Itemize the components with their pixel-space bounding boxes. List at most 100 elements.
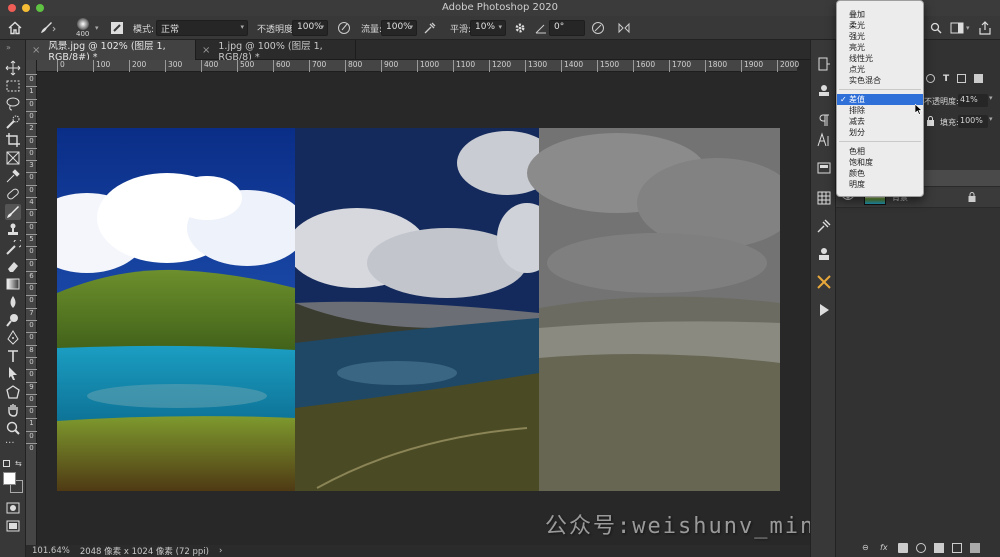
filter-type-icon[interactable]: T — [943, 74, 949, 84]
eraser-tool-icon[interactable] — [5, 258, 21, 274]
adjustment-layer-icon[interactable] — [916, 543, 926, 553]
swap-colors-icon[interactable]: ⇆ — [15, 459, 22, 468]
smoothing-input[interactable]: 10% ▾ — [470, 20, 506, 36]
blend-mode-option[interactable]: 色相 — [837, 146, 923, 157]
history-brush-tool-icon[interactable] — [5, 238, 23, 256]
blur-tool-icon[interactable] — [5, 294, 21, 310]
layer-opacity-input[interactable]: 41% — [958, 94, 988, 107]
lock-icon[interactable] — [926, 116, 935, 129]
character-panel-icon[interactable] — [816, 132, 832, 148]
workspace-chevron-icon[interactable]: ▾ — [966, 16, 970, 40]
frame-tool-icon[interactable] — [5, 150, 21, 166]
move-tool-icon[interactable] — [5, 60, 21, 76]
home-icon[interactable] — [8, 16, 22, 40]
path-selection-tool-icon[interactable] — [5, 366, 21, 382]
adjustments-panel-icon[interactable] — [816, 82, 832, 98]
ruler-tick-label: 0 — [26, 320, 37, 329]
blend-mode-option[interactable]: 点光 — [837, 64, 923, 75]
blend-mode-option[interactable]: ✓ 差值 — [837, 94, 923, 105]
collapse-toolbar-icon[interactable]: » — [6, 43, 11, 52]
gear-icon[interactable] — [513, 16, 527, 40]
filter-smart-object-icon[interactable] — [974, 74, 984, 83]
zoom-level[interactable]: 101.64% — [32, 546, 70, 556]
blend-mode-select[interactable]: 正常 ▾ — [156, 20, 248, 36]
blend-mode-option[interactable]: 柔光 — [837, 20, 923, 31]
quick-mask-icon[interactable] — [5, 500, 21, 516]
foreground-color-swatch[interactable] — [3, 472, 16, 485]
flow-input[interactable]: 100% ▾ — [381, 20, 417, 36]
tool-presets-panel-icon[interactable] — [816, 274, 832, 290]
dodge-tool-icon[interactable] — [5, 312, 21, 328]
quick-selection-tool-icon[interactable] — [5, 114, 21, 130]
pressure-opacity-icon[interactable] — [337, 16, 351, 40]
ruler-tick-label: 0 — [26, 246, 37, 255]
blend-mode-option[interactable]: 减去 — [837, 116, 923, 127]
blend-mode-option[interactable]: 叠加 — [837, 9, 923, 20]
actions-panel-icon[interactable] — [816, 302, 832, 318]
clone-stamp-tool-icon[interactable] — [5, 222, 21, 238]
filter-shape-icon[interactable] — [957, 74, 967, 83]
screen-mode-icon[interactable] — [5, 518, 21, 534]
grid-panel-icon[interactable] — [816, 190, 832, 206]
brush-size-picker[interactable]: 400 — [76, 16, 89, 40]
brushes-panel-icon[interactable] — [816, 218, 832, 234]
close-tab-icon[interactable]: × — [32, 45, 40, 56]
tab-scenery-jpg[interactable]: × 风景.jpg @ 102% (图层 1, RGB/8#) * — [26, 40, 196, 63]
document-canvas[interactable] — [57, 128, 780, 491]
fill-input[interactable]: 100% — [958, 115, 988, 128]
close-tab-icon[interactable]: × — [202, 45, 210, 56]
blend-mode-option[interactable]: 明度 — [837, 179, 923, 190]
layer-style-icon[interactable]: fx — [880, 543, 890, 553]
chevron-down-icon[interactable]: ▾ — [989, 94, 993, 102]
marquee-tool-icon[interactable] — [5, 78, 21, 94]
opacity-input[interactable]: 100% ▾ — [292, 20, 328, 36]
hand-tool-icon[interactable] — [5, 402, 21, 418]
blend-mode-option[interactable]: 划分 — [837, 127, 923, 138]
workspace-icon[interactable] — [950, 16, 964, 40]
clone-source-panel-icon[interactable] — [816, 246, 832, 262]
brush-picker-chevron-icon[interactable]: ▾ — [95, 16, 99, 40]
share-icon[interactable] — [978, 16, 992, 40]
blend-mode-option[interactable]: 线性光 — [837, 53, 923, 64]
pressure-size-icon[interactable] — [591, 16, 605, 40]
airbrush-icon[interactable] — [423, 16, 437, 40]
delete-layer-icon[interactable] — [970, 543, 980, 553]
paragraph-panel-icon[interactable] — [816, 112, 832, 128]
vertical-ruler[interactable]: 0 1 0 0 2 0 0 3 0 0 4 0 0 5 0 0 6 0 0 7 0 0 8 0 0 9 0 0 1 0 0 — [26, 60, 37, 545]
add-mask-icon[interactable] — [898, 543, 908, 553]
properties-panel-icon[interactable] — [816, 160, 832, 176]
group-folder-icon[interactable] — [934, 543, 944, 553]
horizontal-ruler[interactable]: 0 100 200 300 400 500 600 700 800 900 1000 1100 1200… — [37, 60, 799, 72]
eyedropper-tool-icon[interactable] — [5, 168, 21, 184]
blend-mode-option[interactable]: 排除 — [837, 105, 923, 116]
new-layer-icon[interactable] — [952, 543, 962, 553]
crop-tool-icon[interactable] — [5, 132, 21, 148]
shape-tool-icon[interactable] — [5, 384, 21, 400]
default-colors-icon[interactable] — [3, 460, 10, 467]
blend-mode-option[interactable]: 实色混合 — [837, 75, 923, 86]
pen-tool-icon[interactable] — [5, 330, 21, 346]
status-menu-arrow-icon[interactable]: › — [219, 546, 222, 556]
history-panel-icon[interactable] — [816, 56, 832, 72]
link-layers-icon[interactable]: ⊖ — [862, 543, 872, 553]
layer-row-selected[interactable] — [924, 170, 1000, 186]
healing-brush-tool-icon[interactable] — [5, 186, 21, 202]
chevron-down-icon[interactable]: ▾ — [989, 115, 993, 123]
search-icon[interactable] — [930, 16, 942, 40]
tab-1-jpg[interactable]: × 1.jpg @ 100% (图层 1, RGB/8) * — [196, 40, 356, 63]
more-tools-icon[interactable]: ··· — [5, 438, 21, 454]
filter-adjustment-icon[interactable] — [926, 74, 935, 83]
lasso-tool-icon[interactable] — [5, 96, 21, 112]
angle-input[interactable]: 0° — [549, 20, 585, 36]
blend-mode-option[interactable]: 亮光 — [837, 42, 923, 53]
zoom-tool-icon[interactable] — [5, 420, 21, 436]
blend-mode-option[interactable]: 饱和度 — [837, 157, 923, 168]
blend-mode-option[interactable]: 颜色 — [837, 168, 923, 179]
brush-settings-panel-icon[interactable] — [110, 16, 124, 40]
type-tool-icon[interactable] — [5, 348, 21, 364]
brush-tool-icon[interactable] — [5, 204, 21, 220]
brush-tool-preset-icon[interactable] — [38, 16, 56, 40]
blend-mode-option[interactable]: 强光 — [837, 31, 923, 42]
symmetry-icon[interactable] — [617, 16, 631, 40]
gradient-tool-icon[interactable] — [5, 276, 21, 292]
